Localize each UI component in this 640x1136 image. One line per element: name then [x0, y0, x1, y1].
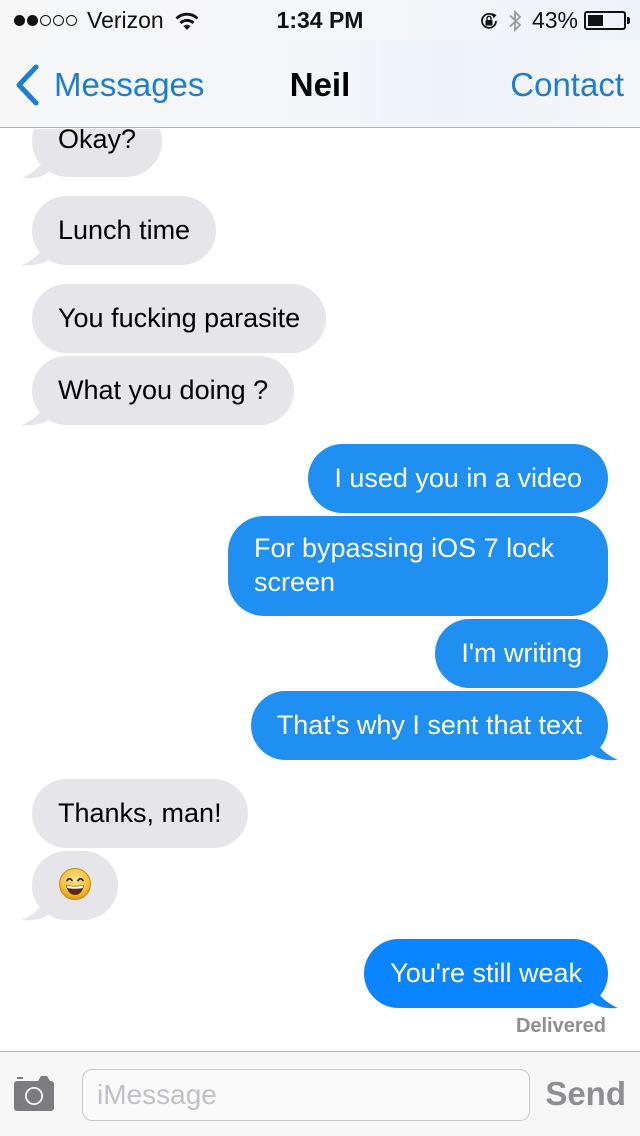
- message-text: Lunch time: [58, 215, 191, 245]
- message-text: What you doing ?: [58, 375, 269, 405]
- message-text: Okay?: [58, 129, 137, 154]
- message-text: You fucking parasite: [58, 303, 301, 333]
- message-text: Thanks, man!: [58, 798, 222, 828]
- back-button-label: Messages: [54, 66, 205, 103]
- bubble-tail: [22, 893, 50, 921]
- bubble-tail: [22, 238, 50, 266]
- bubble-tail: [22, 398, 50, 426]
- delivery-status: Delivered: [515, 1015, 606, 1037]
- message-bubble-incoming[interactable]: Thanks, man!: [32, 779, 248, 848]
- bubble-tail: [22, 151, 50, 179]
- conversation-title[interactable]: Neil: [290, 66, 351, 103]
- rotation-lock-icon: [481, 12, 497, 29]
- send-button[interactable]: Send: [545, 1075, 626, 1113]
- battery-icon: [584, 11, 626, 30]
- battery-tip: [627, 17, 630, 24]
- chevron-left-icon: [16, 64, 39, 106]
- message-text: For bypassing iOS 7 lock screen: [254, 533, 555, 597]
- message-text: I used you in a video: [334, 463, 582, 493]
- message-bubble-incoming[interactable]: What you doing ?: [32, 356, 295, 425]
- bluetooth-icon: [509, 9, 522, 32]
- status-bar: Verizon 1:34 PM 43%: [0, 0, 640, 40]
- message-bubble-outgoing[interactable]: I'm writing: [435, 619, 608, 688]
- grinning-face-emoji-icon: [59, 868, 91, 900]
- message-bubble-incoming[interactable]: Okay?: [32, 129, 163, 177]
- back-button[interactable]: Messages: [14, 64, 204, 106]
- battery-percent: 43%: [531, 7, 578, 33]
- bubble-tail: [590, 733, 618, 761]
- message-bubble-incoming[interactable]: Lunch time: [32, 196, 217, 265]
- message-bubble-outgoing[interactable]: I used you in a video: [308, 444, 608, 513]
- imessage-input[interactable]: [82, 1069, 530, 1121]
- message-bubble-outgoing[interactable]: You're still weak: [364, 939, 608, 1008]
- message-text: You're still weak: [390, 958, 582, 988]
- message-text: I'm writing: [461, 638, 582, 668]
- contact-button[interactable]: Contact: [510, 66, 624, 104]
- message-composer: Send: [0, 1051, 640, 1136]
- message-bubble-outgoing[interactable]: That's why I sent that text: [250, 691, 608, 760]
- bubble-tail: [590, 981, 618, 1009]
- message-thread[interactable]: Okay? Lunch time You fucking parasite Wh…: [0, 129, 640, 1051]
- message-bubble-outgoing[interactable]: For bypassing iOS 7 lock screen: [228, 516, 608, 616]
- camera-icon[interactable]: [14, 1074, 54, 1112]
- navigation-bar: Messages Neil Contact: [0, 40, 640, 128]
- message-text: That's why I sent that text: [276, 710, 582, 740]
- message-bubble-incoming[interactable]: You fucking parasite: [32, 284, 327, 353]
